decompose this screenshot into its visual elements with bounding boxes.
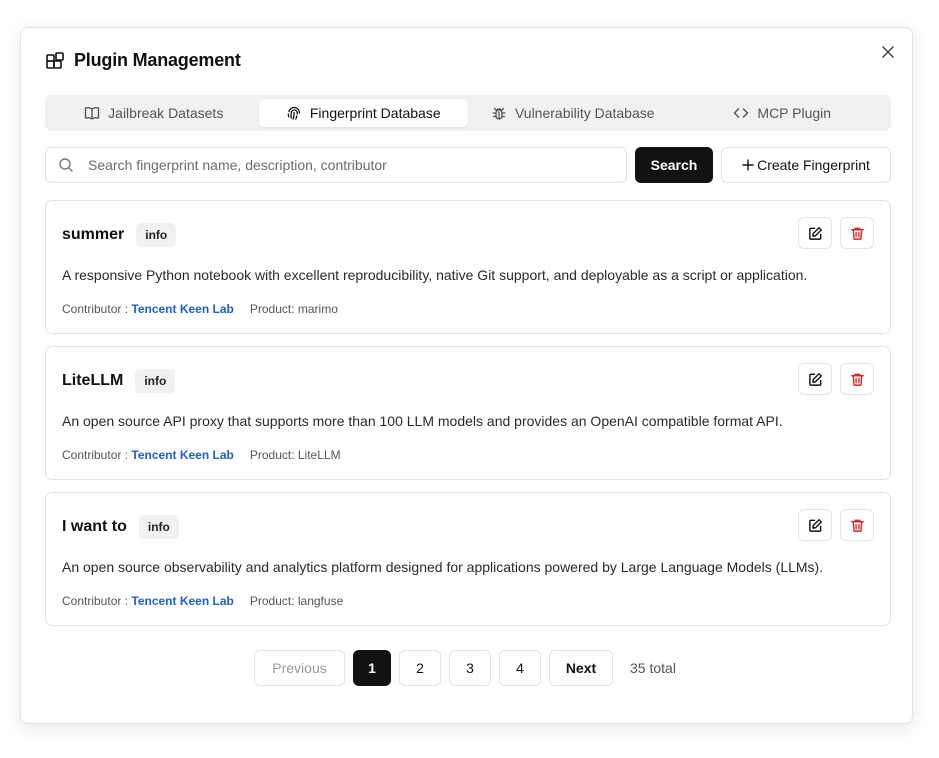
fingerprint-card: summer info A responsive Python notebook…: [45, 200, 891, 334]
contributor-label: Contributor :: [62, 302, 129, 316]
fingerprint-card: LiteLLM info An open source API proxy th…: [45, 346, 891, 480]
tab-jailbreak-datasets[interactable]: Jailbreak Datasets: [49, 99, 259, 127]
trash-icon: [850, 518, 865, 533]
book-open-icon: [84, 105, 100, 121]
create-fingerprint-button[interactable]: Create Fingerprint: [721, 147, 891, 183]
severity-badge: info: [136, 223, 177, 247]
close-icon[interactable]: [878, 42, 898, 62]
severity-badge: info: [135, 369, 176, 393]
fingerprint-meta: Contributor : Tencent Keen Lab Product: …: [62, 302, 338, 316]
delete-button[interactable]: [840, 509, 874, 541]
edit-icon: [808, 226, 823, 241]
severity-badge: info: [138, 515, 179, 539]
page-button-1[interactable]: 1: [353, 650, 391, 686]
trash-icon: [850, 372, 865, 387]
page-button-2[interactable]: 2: [399, 650, 441, 686]
plugin-grid-icon: [45, 51, 65, 71]
fingerprint-card: I want to info An open source observabil…: [45, 492, 891, 626]
fingerprint-name: summer: [62, 226, 125, 243]
contributor-link[interactable]: Tencent Keen Lab: [131, 448, 233, 462]
fingerprint-name: I want to: [62, 518, 127, 535]
search-bar: Search Create Fingerprint: [45, 147, 891, 183]
plugin-management-dialog: Plugin Management Jailbreak Datasets Fin…: [20, 27, 913, 724]
delete-button[interactable]: [840, 363, 874, 395]
fingerprint-description: An open source observability and analyti…: [62, 559, 824, 575]
edit-button[interactable]: [798, 363, 832, 395]
product-label: Product: LiteLLM: [249, 448, 341, 462]
page-button-4[interactable]: 4: [499, 650, 541, 686]
contributor-link[interactable]: Tencent Keen Lab: [131, 302, 233, 316]
delete-button[interactable]: [840, 217, 874, 249]
next-page-button[interactable]: Next: [549, 650, 613, 686]
tab-label: Vulnerability Database: [514, 105, 655, 121]
code-icon: [733, 105, 749, 121]
plus-icon: [742, 159, 754, 171]
product-label: Product: marimo: [249, 302, 338, 316]
total-count: 35 total: [630, 660, 676, 676]
pagination: Previous 1 2 3 4 Next 35 total: [254, 650, 676, 686]
edit-button[interactable]: [798, 217, 832, 249]
tab-vulnerability-database[interactable]: Vulnerability Database: [468, 99, 678, 127]
previous-page-button[interactable]: Previous: [254, 650, 345, 686]
tab-label: Jailbreak Datasets: [108, 105, 224, 121]
dialog-title: Plugin Management: [74, 50, 241, 70]
contributor-label: Contributor :: [62, 448, 129, 462]
page-button-3[interactable]: 3: [449, 650, 491, 686]
tab-bar: Jailbreak Datasets Fingerprint Database: [45, 95, 891, 131]
contributor-label: Contributor :: [62, 594, 129, 608]
search-field[interactable]: [45, 147, 627, 183]
search-button[interactable]: Search: [635, 147, 713, 183]
product-label: Product: langfuse: [249, 594, 344, 608]
fingerprint-icon: [286, 105, 302, 121]
fingerprint-meta: Contributor : Tencent Keen Lab Product: …: [62, 448, 341, 462]
contributor-link[interactable]: Tencent Keen Lab: [131, 594, 233, 608]
tab-label: MCP Plugin: [757, 105, 832, 121]
search-input[interactable]: [86, 156, 610, 174]
edit-button[interactable]: [798, 509, 832, 541]
search-icon: [58, 157, 74, 173]
bug-icon: [491, 105, 507, 121]
fingerprint-description: A responsive Python notebook with excell…: [62, 267, 808, 283]
tab-label: Fingerprint Database: [309, 105, 441, 121]
trash-icon: [850, 226, 865, 241]
edit-icon: [808, 518, 823, 533]
tab-mcp-plugin[interactable]: MCP Plugin: [678, 99, 888, 127]
dialog-header: Plugin Management: [45, 50, 241, 71]
create-fingerprint-label: Create Fingerprint: [757, 157, 870, 173]
edit-icon: [808, 372, 823, 387]
fingerprint-description: An open source API proxy that supports m…: [62, 413, 783, 429]
tab-fingerprint-database[interactable]: Fingerprint Database: [258, 99, 468, 127]
fingerprint-meta: Contributor : Tencent Keen Lab Product: …: [62, 594, 343, 608]
fingerprint-name: LiteLLM: [62, 372, 124, 389]
